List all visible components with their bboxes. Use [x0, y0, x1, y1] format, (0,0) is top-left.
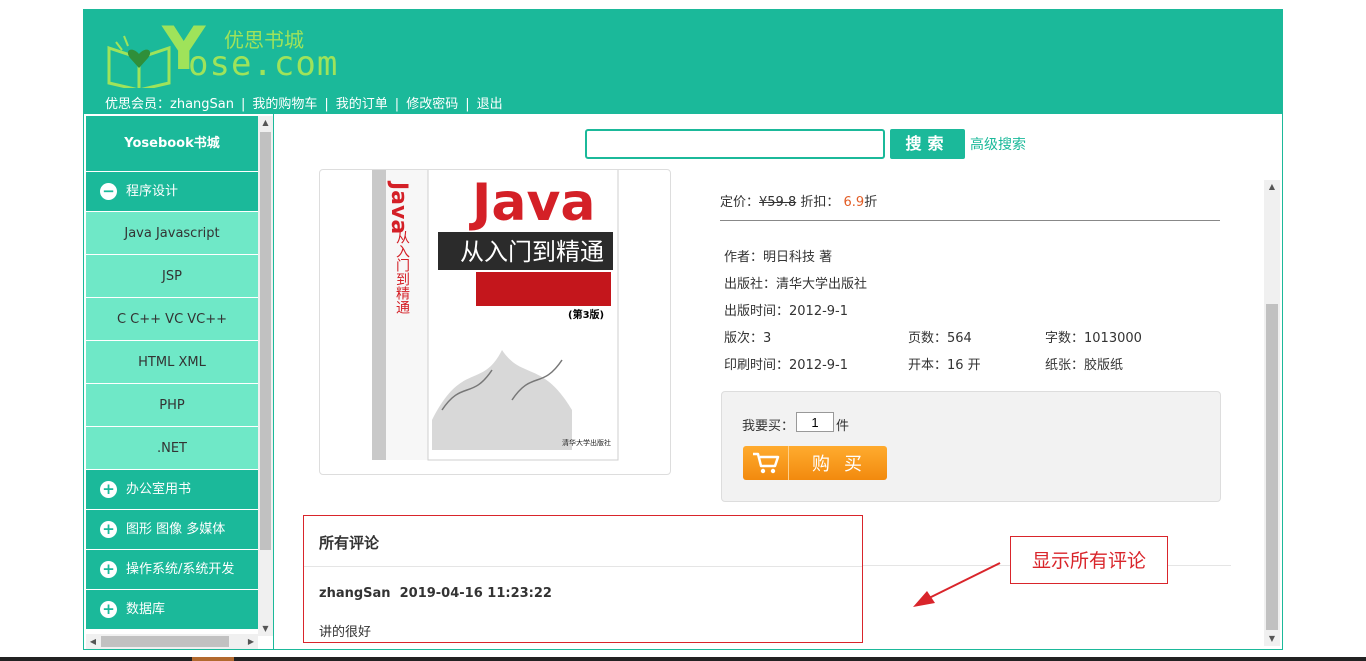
book-cover-image: Java 从入门到精通 Java 从入门到精通 (第3版) 清华大学出版社 — [372, 170, 619, 461]
price-label: 定价： — [720, 195, 760, 210]
quantity-input[interactable] — [796, 412, 834, 432]
cover-subtitle: 从入门到精通 — [460, 238, 604, 266]
minus-circle-icon: − — [100, 183, 117, 200]
scroll-left-arrow-icon[interactable]: ◀ — [86, 634, 100, 649]
advanced-search-link[interactable]: 高级搜索 — [970, 134, 1026, 154]
nav-separator: | — [394, 97, 400, 112]
category-label: 图形 图像 多媒体 — [126, 521, 226, 537]
cover-title: Java — [469, 173, 595, 233]
comment-user: zhangSan — [319, 586, 391, 601]
search-button[interactable]: 搜索 — [890, 129, 965, 159]
sidebar-category-graphics[interactable]: + 图形 图像 多媒体 — [86, 510, 258, 550]
book-format: 开本：16 开 — [908, 358, 981, 373]
comments-title: 所有评论 — [319, 534, 380, 552]
comment-time: 2019-04-16 11:23:22 — [399, 586, 552, 601]
sidebar-subitem-html[interactable]: HTML XML — [86, 341, 258, 384]
scrollbar-thumb[interactable] — [1266, 304, 1278, 630]
scroll-up-arrow-icon[interactable]: ▲ — [1264, 180, 1280, 194]
category-label: 程序设计 — [126, 183, 179, 199]
cover-publisher: 清华大学出版社 — [562, 438, 611, 447]
plus-circle-icon: + — [100, 521, 117, 538]
sidebar-horizontal-scrollbar[interactable]: ◀ ▶ — [86, 634, 258, 649]
cover-edition: (第3版) — [568, 308, 604, 321]
sidebar-category-database[interactable]: + 数据库 — [86, 590, 258, 630]
divider — [720, 220, 1220, 221]
comment-header: zhangSan 2019-04-16 11:23:22 — [319, 586, 552, 601]
annotation-callout: 显示所有评论 — [1010, 536, 1168, 584]
sidebar-subitem-php[interactable]: PHP — [86, 384, 258, 427]
quantity-unit: 件 — [836, 419, 850, 434]
sidebar-subitem-c[interactable]: C C++ VC VC++ — [86, 298, 258, 341]
page-frame: Y ose.com 优思书城 优思会员：zhangSan | 我的购物车 | 我的订单 |… — [83, 9, 1283, 650]
category-label: 办公室用书 — [126, 481, 192, 497]
sidebar-category-os[interactable]: + 操作系统/系统开发 — [86, 550, 258, 590]
site-header: Y ose.com 优思书城 优思会员：zhangSan | 我的购物车 | 我的订单 |… — [84, 10, 1282, 114]
scroll-right-arrow-icon[interactable]: ▶ — [244, 634, 258, 649]
book-paper: 纸张：胶版纸 — [1045, 358, 1124, 373]
scrollbar-thumb[interactable] — [101, 636, 229, 647]
sidebar-subitem-java[interactable]: Java Javascript — [86, 212, 258, 255]
discount-unit: 折 — [864, 195, 878, 210]
sidebar-category-office[interactable]: + 办公室用书 — [86, 470, 258, 510]
category-label: 数据库 — [126, 601, 166, 617]
discount-value: 6.9 — [843, 195, 865, 210]
book-pub-date: 出版时间：2012-9-1 — [724, 304, 849, 319]
nav-separator: | — [465, 97, 470, 112]
category-label: 操作系统/系统开发 — [126, 561, 235, 577]
book-pages: 页数：564 — [908, 331, 972, 346]
comments-panel: 所有评论 zhangSan 2019-04-16 11:23:22 讲的很好 — [303, 515, 863, 643]
scroll-down-arrow-icon[interactable]: ▼ — [258, 622, 273, 636]
cover-side-subtitle: 从入门到精通 — [394, 230, 410, 315]
plus-circle-icon: + — [100, 561, 117, 578]
book-edition: 版次：3 — [724, 331, 772, 346]
sidebar-subitem-dotnet[interactable]: .NET — [86, 427, 258, 470]
buy-panel: 我要买： 件 购买 — [721, 391, 1221, 502]
annotation-arrow-icon — [913, 562, 1001, 607]
price-row: 定价：¥59.8 折扣： 6.9折 — [720, 191, 877, 210]
quantity-label: 我要买： — [742, 419, 795, 434]
category-sidebar: Yosebook书城 − 程序设计 Java Javascript JSP C … — [84, 114, 274, 649]
nav-separator: | — [240, 97, 246, 112]
buy-button[interactable]: 购买 — [743, 446, 887, 480]
scroll-down-arrow-icon[interactable]: ▼ — [1264, 632, 1280, 646]
nav-separator: | — [324, 97, 329, 112]
shopping-cart-icon — [743, 446, 789, 480]
sidebar-subitem-jsp[interactable]: JSP — [86, 255, 258, 298]
nav-logout[interactable]: 退出 — [477, 97, 503, 112]
search-input[interactable] — [585, 129, 885, 159]
logo-text-cn: 优思书城 — [224, 28, 304, 52]
scrollbar-thumb[interactable] — [260, 132, 271, 550]
comment-text: 讲的很好 — [319, 625, 372, 640]
nav-cart[interactable]: 我的购物车 — [252, 97, 317, 112]
main-vertical-scrollbar[interactable]: ▲ ▼ — [1264, 180, 1280, 646]
scroll-up-arrow-icon[interactable]: ▲ — [258, 116, 273, 130]
book-detail-main: 搜索 高级搜索 Java 从入门到精通 Java 从入门到精通 (第3版) 清华… — [275, 114, 1282, 649]
buy-button-label: 购买 — [812, 454, 876, 475]
book-words: 字数：1013000 — [1045, 331, 1142, 346]
top-nav: 优思会员：zhangSan | 我的购物车 | 我的订单 | 修改密码 | 退出 — [105, 93, 503, 112]
nav-orders[interactable]: 我的订单 — [336, 97, 388, 112]
taskbar-segment — [192, 657, 234, 661]
discount-label: 折扣： — [796, 195, 844, 210]
plus-circle-icon: + — [100, 601, 117, 618]
nav-change-password[interactable]: 修改密码 — [406, 97, 458, 112]
sidebar-vertical-scrollbar[interactable]: ▲ ▼ — [258, 116, 273, 636]
plus-circle-icon: + — [100, 481, 117, 498]
sidebar-category-programming[interactable]: − 程序设计 — [86, 172, 258, 212]
book-publisher: 出版社：清华大学出版社 — [724, 277, 868, 292]
book-author: 作者：明日科技 著 — [724, 250, 833, 265]
sidebar-menu: Yosebook书城 − 程序设计 Java Javascript JSP C … — [86, 116, 258, 630]
divider — [304, 566, 862, 567]
cover-side-title: Java — [386, 180, 411, 234]
book-print-date: 印刷时间：2012-9-1 — [724, 358, 849, 373]
site-logo[interactable]: Y ose.com 优思书城 — [104, 14, 354, 88]
list-price: ¥59.8 — [759, 195, 797, 210]
taskbar-strip — [0, 657, 1366, 661]
sidebar-title[interactable]: Yosebook书城 — [86, 116, 258, 172]
nav-member[interactable]: 优思会员：zhangSan — [105, 97, 234, 112]
book-image-box: Java 从入门到精通 Java 从入门到精通 (第3版) 清华大学出版社 — [319, 169, 671, 475]
